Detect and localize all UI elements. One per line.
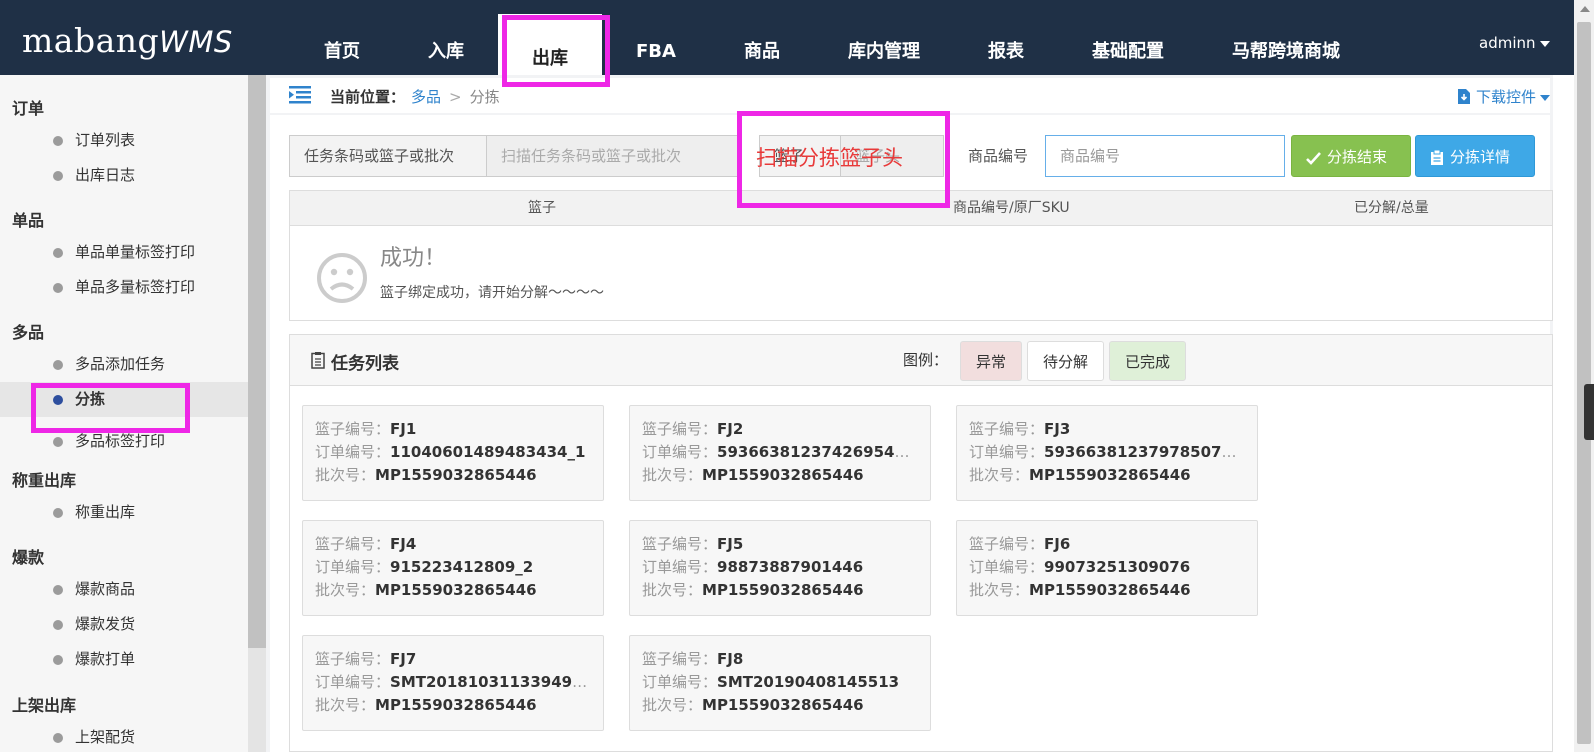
sidebar-item-sorting[interactable]: 分拣	[0, 382, 248, 417]
download-icon	[1458, 89, 1470, 104]
chevron-down-icon	[1540, 94, 1551, 101]
product-code-input[interactable]: 商品编号	[1045, 135, 1285, 177]
sidebar-item-outbound-log[interactable]: 出库日志	[0, 158, 248, 193]
main-nav: 首页 入库 出库 FBA 商品 库内管理 报表 基础配置 马帮跨境商城	[290, 0, 1374, 75]
breadcrumb-current: 分拣	[469, 88, 500, 106]
column-product-sku: 商品编号/原厂SKU	[953, 200, 1070, 216]
sidebar-group-weigh: 称重出库	[12, 471, 77, 490]
bullet-icon	[53, 585, 63, 595]
nav-outbound[interactable]: 出库	[498, 14, 602, 75]
nav-warehouse[interactable]: 库内管理	[814, 0, 954, 75]
nav-reports[interactable]: 报表	[954, 0, 1058, 75]
result-message-box	[289, 226, 1553, 321]
bullet-icon	[53, 136, 63, 146]
sidebar-item-single-multi-label[interactable]: 单品多量标签打印	[0, 270, 248, 305]
sidebar-item-weigh-outbound[interactable]: 称重出库	[0, 495, 248, 530]
task-card-fj5[interactable]: 篮子编号：FJ5 订单编号：98873887901446 批次号：MP15590…	[629, 520, 931, 616]
chevron-down-icon	[1539, 40, 1550, 47]
bullet-icon	[53, 733, 63, 743]
task-code-input[interactable]: 扫描任务条码或篮子或批次	[486, 135, 742, 177]
bullet-icon	[53, 395, 63, 405]
sidebar-group-multi: 多品	[12, 323, 45, 342]
nav-fba[interactable]: FBA	[602, 0, 710, 75]
breadcrumb-parent[interactable]: 多品	[411, 88, 441, 106]
download-control-link[interactable]: 下载控件	[1457, 86, 1551, 107]
bullet-icon	[53, 283, 63, 293]
page-scrollbar-thumb[interactable]	[1577, 22, 1591, 744]
column-progress: 已分解/总量	[1354, 200, 1429, 216]
task-card-fj2[interactable]: 篮子编号：FJ2 订单编号：5936638123742695414… 批次号：M…	[629, 405, 931, 501]
bullet-icon	[53, 171, 63, 181]
sidebar: 订单 订单列表 出库日志 单品 单品单量标签打印 单品多量标签打印 多品 多品添…	[0, 75, 248, 752]
sidebar-item-hot-products[interactable]: 爆款商品	[0, 572, 248, 607]
legend-abnormal: 异常	[960, 341, 1023, 381]
task-card-fj4[interactable]: 篮子编号：FJ4 订单编号：915223412809_2 批次号：MP15590…	[302, 520, 604, 616]
sidebar-scrollbar-thumb[interactable]	[248, 75, 266, 648]
breadcrumb: 当前位置： 多品 > 分拣	[330, 88, 500, 106]
sad-face-icon	[317, 253, 367, 303]
scroll-up-arrow-icon[interactable]	[1580, 6, 1590, 12]
annotation-scan-basket: 扫描分拣篮子头	[756, 146, 903, 170]
nav-config[interactable]: 基础配置	[1058, 0, 1198, 75]
legend-completed: 已完成	[1109, 341, 1187, 381]
product-code-label: 商品编号	[953, 135, 1045, 177]
finish-sorting-button[interactable]: 分拣结束	[1291, 135, 1411, 177]
task-card-fj6[interactable]: 篮子编号：FJ6 订单编号：99073251309076 批次号：MP15590…	[956, 520, 1258, 616]
bullet-icon	[53, 437, 63, 447]
task-card-fj7[interactable]: 篮子编号：FJ7 订单编号：SMT20181031133949_12 批次号：M…	[302, 635, 604, 731]
nav-inbound[interactable]: 入库	[394, 0, 498, 75]
task-card-fj8[interactable]: 篮子编号：FJ8 订单编号：SMT20190408145513 批次号：MP15…	[629, 635, 931, 731]
sidebar-item-order-list[interactable]: 订单列表	[0, 123, 248, 158]
sidebar-item-multi-label-print[interactable]: 多品标签打印	[0, 424, 248, 459]
sidebar-item-shelf-pick[interactable]: 上架配货	[0, 720, 248, 752]
result-title: 成功！	[380, 246, 447, 271]
sidebar-item-single-single-label[interactable]: 单品单量标签打印	[0, 235, 248, 270]
menu-toggle-icon[interactable]	[289, 86, 311, 104]
clipboard-list-icon	[311, 352, 325, 369]
result-message: 篮子绑定成功，请开始分解～～～～	[380, 285, 604, 301]
sidebar-group-orders: 订单	[12, 99, 45, 118]
nav-products[interactable]: 商品	[710, 0, 814, 75]
side-tool-tab[interactable]	[1584, 384, 1594, 440]
bullet-icon	[53, 620, 63, 630]
sorting-detail-button[interactable]: 分拣详情	[1415, 135, 1535, 177]
sidebar-group-hot: 爆款	[12, 548, 45, 567]
sidebar-item-hot-print[interactable]: 爆款打单	[0, 642, 248, 677]
user-menu[interactable]: adminn	[1479, 34, 1550, 52]
app-logo[interactable]: mabangWMS	[22, 20, 233, 63]
sidebar-group-single: 单品	[12, 211, 45, 230]
task-card-fj3[interactable]: 篮子编号：FJ3 订单编号：5936638123797850791… 批次号：M…	[956, 405, 1258, 501]
task-card-fj1[interactable]: 篮子编号：FJ1 订单编号：11040601489483434_1 批次号：MP…	[302, 405, 604, 501]
sidebar-item-multi-add-task[interactable]: 多品添加任务	[0, 347, 248, 382]
task-list-title: 任务列表	[331, 354, 399, 374]
column-basket: 篮子	[528, 200, 556, 216]
sidebar-group-shelf: 上架出库	[12, 696, 77, 715]
legend-pending: 待分解	[1027, 341, 1105, 381]
nav-home[interactable]: 首页	[290, 0, 394, 75]
clipboard-icon	[1431, 149, 1443, 165]
bullet-icon	[53, 655, 63, 665]
sorting-table-header: 篮子 商品编号/原厂SKU 已分解/总量	[289, 190, 1553, 226]
bullet-icon	[53, 248, 63, 258]
task-code-label: 任务条码或篮子或批次	[289, 135, 487, 177]
bullet-icon	[53, 360, 63, 370]
check-icon	[1306, 152, 1321, 165]
legend-label: 图例：	[903, 351, 949, 369]
nav-mall[interactable]: 马帮跨境商城	[1198, 0, 1374, 75]
sidebar-item-hot-ship[interactable]: 爆款发货	[0, 607, 248, 642]
bullet-icon	[53, 508, 63, 518]
